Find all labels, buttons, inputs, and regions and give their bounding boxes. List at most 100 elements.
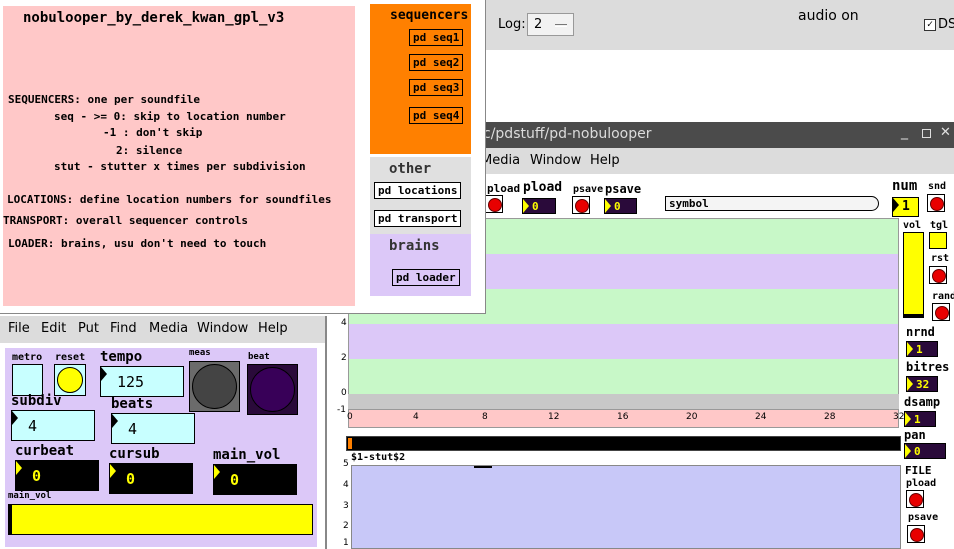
- other-panel: other pd locations pd transport: [370, 157, 471, 234]
- cursub-number[interactable]: 0: [109, 463, 193, 494]
- window-title: c/pdstuff/pd-nobulooper: [483, 126, 652, 142]
- cursub-label: cursub: [109, 446, 160, 462]
- main-vol-number[interactable]: 0: [213, 464, 297, 495]
- y-tick: 2: [341, 353, 347, 363]
- main-vol-slider[interactable]: [8, 504, 313, 535]
- locations-subpatch[interactable]: pd locations: [374, 182, 462, 199]
- graph-band: [349, 359, 898, 394]
- nrnd-number[interactable]: 1: [906, 341, 938, 357]
- beats-number[interactable]: 4: [111, 413, 195, 444]
- file-pload-label: pload: [906, 478, 937, 489]
- minimize-icon[interactable]: _: [901, 124, 908, 140]
- psave-label: psave: [573, 184, 604, 195]
- seq1-subpatch[interactable]: pd seq1: [409, 29, 464, 46]
- stutter-graph[interactable]: [351, 465, 901, 549]
- stut-label: $1-stut$2: [351, 452, 406, 463]
- note-line: LOCATIONS: define location numbers for s…: [7, 193, 332, 206]
- dsp-label: DS: [938, 17, 954, 32]
- snd-label: snd: [928, 181, 947, 192]
- file-label: FILE: [905, 464, 932, 477]
- pload-bang[interactable]: [485, 195, 503, 213]
- main-vol-label: main_vol: [213, 447, 281, 463]
- snd-bang[interactable]: [927, 194, 945, 212]
- rst-label: rst: [931, 253, 950, 264]
- subdiv-number[interactable]: 4: [11, 410, 95, 441]
- menu-window[interactable]: Window: [530, 153, 581, 168]
- x-tick: 24: [755, 412, 767, 422]
- pload-number[interactable]: 0: [522, 198, 556, 214]
- curbeat-number[interactable]: 0: [15, 460, 99, 491]
- beat-label: beat: [248, 352, 270, 362]
- file-psave-label: psave: [908, 512, 939, 523]
- menu-media[interactable]: Media: [149, 321, 188, 336]
- reset-bang[interactable]: [54, 364, 86, 396]
- playhead-bar[interactable]: [346, 436, 901, 451]
- file-pload-bang[interactable]: [906, 490, 924, 508]
- other-heading: other: [389, 161, 432, 177]
- pan-number[interactable]: 0: [904, 443, 946, 459]
- nrnd-label: nrnd: [906, 325, 935, 339]
- tempo-number[interactable]: 125: [100, 366, 184, 397]
- beat-bang-circle: [250, 367, 295, 412]
- psave-bang[interactable]: [572, 196, 590, 214]
- menu-help[interactable]: Help: [590, 153, 620, 168]
- seq4-subpatch[interactable]: pd seq4: [409, 107, 464, 124]
- x-tick: 8: [482, 412, 488, 422]
- tgl-label: tgl: [930, 220, 949, 231]
- num-number[interactable]: 1: [892, 197, 919, 217]
- brains-panel: brains pd loader: [370, 234, 471, 296]
- menu-window[interactable]: Window: [197, 321, 248, 336]
- vol-slider[interactable]: [903, 232, 924, 318]
- transport-window: File Edit Put Find Media Window Help met…: [0, 316, 327, 549]
- pload-label-2: pload: [523, 180, 563, 195]
- tempo-label: tempo: [100, 349, 143, 365]
- log-level-select[interactable]: 2: [527, 13, 574, 36]
- symbol-box[interactable]: symbol: [665, 196, 879, 211]
- note-line: LOADER: brains, usu don't need to touch: [8, 237, 267, 250]
- meas-bang[interactable]: [189, 361, 240, 412]
- psave-label-2: psave: [605, 182, 642, 196]
- notes-panel: nobulooper_by_derek_kwan_gpl_v3 SEQUENCE…: [3, 6, 355, 306]
- note-line: stut - stutter x times per subdivision: [54, 160, 306, 173]
- menu-media[interactable]: Media: [481, 153, 520, 168]
- psave-number[interactable]: 0: [604, 198, 637, 214]
- dsamp-label: dsamp: [904, 395, 941, 409]
- sequencers-panel: sequencers pd seq1 pd seq2 pd seq3 pd se…: [370, 4, 471, 154]
- x-tick: 20: [686, 412, 698, 422]
- notes-canvas: nobulooper_by_derek_kwan_gpl_v3 SEQUENCE…: [0, 0, 486, 314]
- bitres-number[interactable]: 32: [906, 376, 938, 392]
- maximize-icon[interactable]: [922, 129, 931, 138]
- menu-edit[interactable]: Edit: [41, 321, 66, 336]
- seq2-subpatch[interactable]: pd seq2: [409, 54, 464, 71]
- menu-help[interactable]: Help: [258, 321, 288, 336]
- transport-menubar: File Edit Put Find Media Window Help: [0, 316, 325, 343]
- y-tick: -1: [337, 405, 346, 415]
- pload-label: pload: [487, 182, 521, 195]
- note-line: SEQUENCERS: one per soundfile: [8, 93, 201, 106]
- transport-subpatch[interactable]: pd transport: [374, 210, 462, 227]
- seq3-subpatch[interactable]: pd seq3: [409, 79, 464, 96]
- stut-y-tick: 5: [343, 459, 349, 469]
- menu-put[interactable]: Put: [78, 321, 99, 336]
- file-psave-bang[interactable]: [907, 525, 925, 543]
- rand-bang[interactable]: [932, 303, 950, 321]
- x-tick: 16: [617, 412, 629, 422]
- menu-find[interactable]: Find: [110, 321, 137, 336]
- loader-subpatch[interactable]: pd loader: [392, 269, 460, 286]
- note-line: TRANSPORT: overall sequencer controls: [3, 214, 249, 227]
- metro-toggle[interactable]: [12, 364, 43, 396]
- beat-bang[interactable]: [247, 364, 298, 415]
- beats-label: beats: [111, 396, 154, 412]
- note-line: 2: silence: [116, 144, 183, 157]
- dsp-checkbox[interactable]: ✓: [924, 19, 936, 31]
- x-tick: 32: [893, 412, 905, 422]
- vol-label: vol: [903, 220, 922, 231]
- close-icon[interactable]: ✕: [940, 125, 951, 140]
- curbeat-label: curbeat: [15, 443, 75, 459]
- tgl-toggle[interactable]: [929, 232, 947, 249]
- main-vol-slider-label: main_vol: [8, 491, 52, 501]
- rst-bang[interactable]: [929, 266, 947, 284]
- dsamp-number[interactable]: 1: [904, 411, 936, 427]
- metro-label: metro: [12, 352, 43, 363]
- menu-file[interactable]: File: [8, 321, 30, 336]
